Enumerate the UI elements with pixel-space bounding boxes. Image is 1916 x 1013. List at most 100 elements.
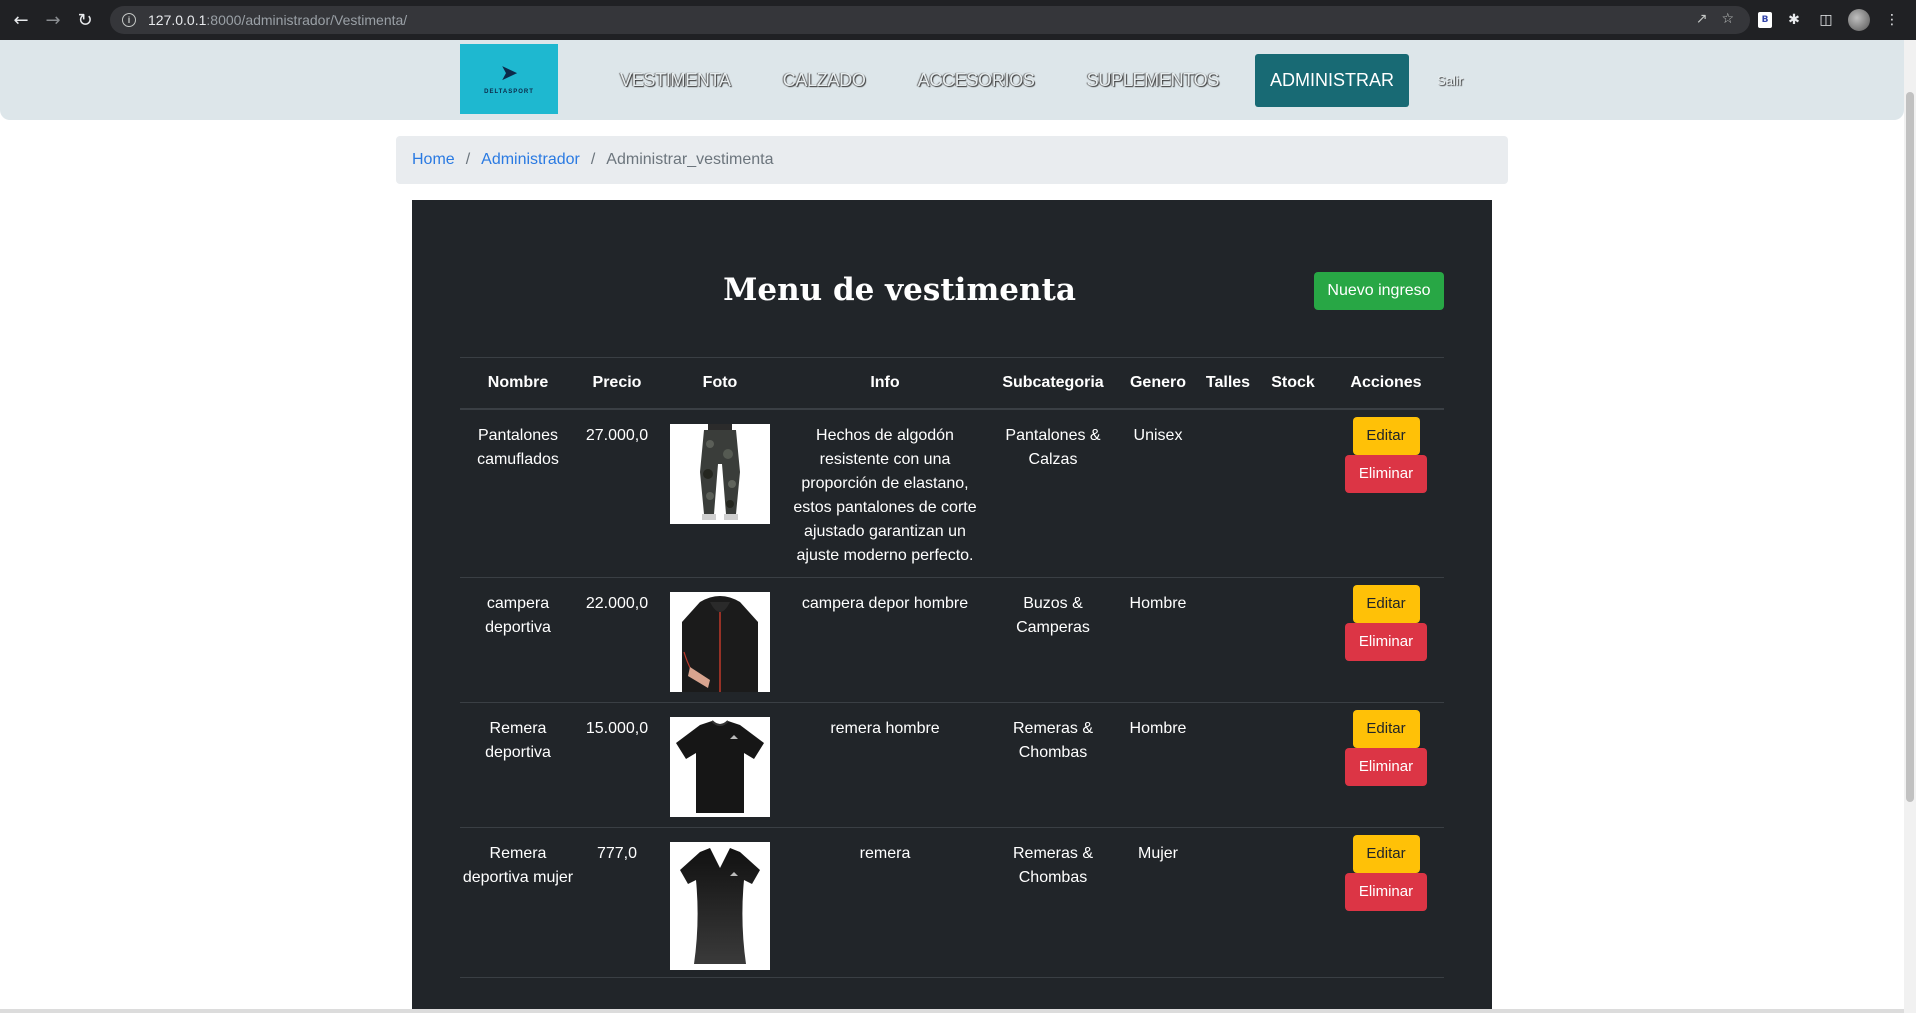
cell-subcategoria: Remeras & Chombas	[988, 827, 1118, 978]
cell-precio: 22.000,0	[576, 577, 658, 703]
cell-genero: Unisex	[1118, 408, 1198, 578]
header-info: Info	[782, 357, 988, 410]
cell-acciones: Editar Eliminar	[1328, 577, 1444, 703]
header-precio: Precio	[576, 357, 658, 410]
header-stock: Stock	[1258, 357, 1328, 410]
cell-stock	[1258, 702, 1328, 828]
cell-acciones: Editar Eliminar	[1328, 702, 1444, 828]
breadcrumb-separator: /	[465, 151, 471, 168]
womens-tshirt-photo	[670, 842, 770, 970]
breadcrumb: Home / Administrador / Administrar_vesti…	[396, 136, 1508, 184]
bookmark-star-icon[interactable]: ☆	[1721, 11, 1734, 27]
header-talles: Talles	[1198, 357, 1258, 410]
cell-foto	[658, 577, 782, 703]
header-acciones: Acciones	[1328, 357, 1444, 410]
cell-nombre: campera deportiva	[460, 577, 576, 703]
site-navbar: ➤ DELTASPORT VESTIMENTA CALZADO ACCESORI…	[0, 40, 1904, 120]
cell-subcategoria: Pantalones & Calzas	[988, 408, 1118, 578]
nav-administrar[interactable]: ADMINISTRAR	[1255, 53, 1410, 107]
cell-nombre: Remera deportiva	[460, 702, 576, 828]
cell-talles	[1198, 577, 1258, 703]
cell-genero: Hombre	[1118, 577, 1198, 703]
cell-info: remera	[782, 827, 988, 978]
back-icon[interactable]: ←	[10, 9, 32, 31]
header-nombre: Nombre	[460, 357, 576, 410]
header-foto: Foto	[658, 357, 782, 410]
breadcrumb-current: Administrar_vestimenta	[606, 151, 774, 168]
cell-talles	[1198, 702, 1258, 828]
cell-talles	[1198, 827, 1258, 978]
cell-precio: 27.000,0	[576, 408, 658, 578]
cell-foto	[658, 827, 782, 978]
site-logo[interactable]: ➤ DELTASPORT	[460, 44, 558, 114]
reload-icon[interactable]: ↻	[74, 9, 96, 31]
logout-link[interactable]: Salir	[1437, 73, 1463, 88]
camo-pants-photo	[670, 423, 770, 524]
side-panel-icon[interactable]: ◫	[1816, 10, 1836, 30]
edit-button[interactable]: Editar	[1352, 585, 1420, 623]
black-tshirt-photo	[670, 717, 770, 817]
sport-jacket-photo	[670, 592, 770, 692]
cell-foto	[658, 702, 782, 828]
cell-precio: 15.000,0	[576, 702, 658, 828]
cell-acciones: Editar Eliminar	[1328, 408, 1444, 578]
url-path: :8000/administrador/Vestimenta/	[206, 12, 408, 28]
cell-info: remera hombre	[782, 702, 988, 828]
vestimenta-panel: Menu de vestimenta Nuevo ingreso Nombre …	[412, 200, 1492, 1013]
breadcrumb-admin[interactable]: Administrador	[481, 151, 580, 169]
table-row: campera deportiva 22.000,0 campera depor…	[460, 577, 1444, 703]
delete-button[interactable]: Eliminar	[1345, 454, 1427, 493]
cell-nombre: Pantalones camuflados	[460, 408, 576, 578]
extensions-puzzle-icon[interactable]: ✱	[1784, 10, 1804, 30]
browser-toolbar: ← → ↻ i 127.0.0.1:8000/administrador/Ves…	[0, 0, 1916, 40]
edit-button[interactable]: Editar	[1352, 710, 1420, 748]
edit-button[interactable]: Editar	[1352, 835, 1420, 873]
header-genero: Genero	[1118, 357, 1198, 410]
new-entry-button[interactable]: Nuevo ingreso	[1314, 272, 1444, 310]
nav-vestimenta[interactable]: VESTIMENTA	[620, 70, 731, 91]
breadcrumb-separator: /	[590, 151, 596, 168]
cell-genero: Hombre	[1118, 702, 1198, 828]
extension-b-icon[interactable]: B	[1758, 12, 1772, 28]
cell-genero: Mujer	[1118, 827, 1198, 978]
table-row: Remera deportiva mujer 777,0 remera Reme…	[460, 827, 1444, 978]
cell-stock	[1258, 408, 1328, 578]
address-bar[interactable]: i 127.0.0.1:8000/administrador/Vestiment…	[110, 6, 1750, 34]
table-row: Pantalones camuflados 27.000,0 Hechos de…	[460, 408, 1444, 578]
table-header-row: Nombre Precio Foto Info Subcategoria Gen…	[460, 357, 1444, 410]
header-subcategoria: Subcategoria	[988, 357, 1118, 410]
share-icon[interactable]: ↗	[1696, 11, 1708, 27]
cell-info: Hechos de algodón resistente con una pro…	[782, 408, 988, 578]
cell-stock	[1258, 827, 1328, 978]
page-title: Menu de vestimenta	[723, 272, 1076, 308]
cell-stock	[1258, 577, 1328, 703]
url-text: 127.0.0.1:8000/administrador/Vestimenta/	[148, 12, 407, 28]
cell-acciones: Editar Eliminar	[1328, 827, 1444, 978]
cell-subcategoria: Buzos & Camperas	[988, 577, 1118, 703]
cell-talles	[1198, 408, 1258, 578]
nav-calzado[interactable]: CALZADO	[783, 70, 866, 91]
cell-foto	[658, 408, 782, 578]
breadcrumb-home[interactable]: Home	[412, 151, 455, 169]
cell-precio: 777,0	[576, 827, 658, 978]
nav-suplementos[interactable]: SUPLEMENTOS	[1087, 70, 1220, 91]
profile-avatar[interactable]	[1848, 9, 1870, 31]
table-row: Remera deportiva 15.000,0 remera hombre …	[460, 702, 1444, 828]
delete-button[interactable]: Eliminar	[1345, 873, 1427, 911]
forward-icon[interactable]: →	[42, 9, 64, 31]
nav-accesorios[interactable]: ACCESORIOS	[918, 70, 1035, 91]
cell-nombre: Remera deportiva mujer	[460, 827, 576, 978]
vestimenta-table: Nombre Precio Foto Info Subcategoria Gen…	[460, 357, 1444, 978]
delete-button[interactable]: Eliminar	[1345, 748, 1427, 786]
cell-info: campera depor hombre	[782, 577, 988, 703]
url-host: 127.0.0.1	[148, 12, 207, 28]
delete-button[interactable]: Eliminar	[1345, 623, 1427, 661]
logo-arrow-icon: ➤	[499, 61, 519, 86]
scrollbar-thumb[interactable]	[1906, 92, 1914, 802]
site-info-icon[interactable]: i	[122, 13, 136, 27]
menu-kebab-icon[interactable]: ⋮	[1882, 10, 1902, 30]
horizontal-scrollbar[interactable]	[0, 1009, 1904, 1013]
vertical-scrollbar[interactable]	[1904, 40, 1916, 1013]
edit-button[interactable]: Editar	[1352, 416, 1420, 455]
cell-subcategoria: Remeras & Chombas	[988, 702, 1118, 828]
